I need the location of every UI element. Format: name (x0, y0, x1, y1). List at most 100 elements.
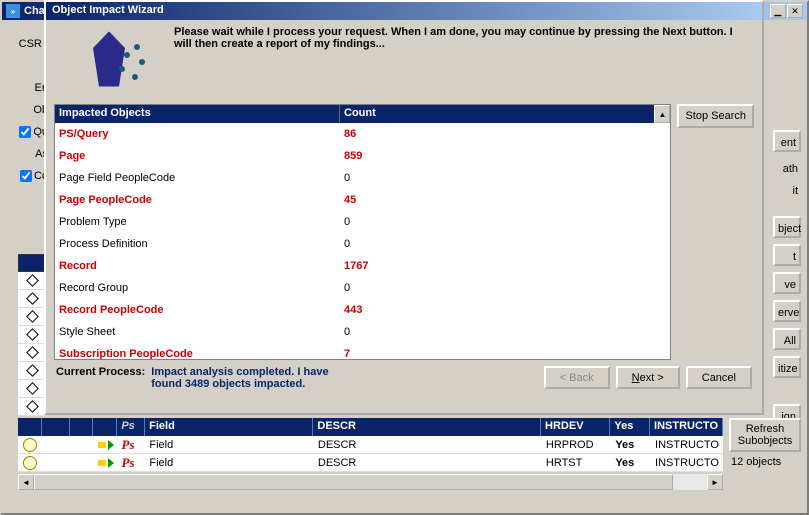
ob-label: Ob (8, 104, 48, 116)
impacted-object-count: 86 (340, 126, 670, 142)
erve-button[interactable]: erve (773, 300, 801, 322)
en-label: En (8, 82, 48, 94)
itize-button[interactable]: itize (773, 356, 801, 378)
yes-cell: Yes (611, 438, 651, 452)
grid-header-clock (18, 418, 42, 436)
table-row[interactable]: Page PeopleCode45 (55, 189, 670, 211)
all-button[interactable]: All (773, 328, 801, 350)
impacted-object-count: 7 (340, 346, 670, 359)
impacted-object-name: Problem Type (55, 214, 340, 230)
col-impacted-header: Impacted Objects (55, 105, 340, 123)
grid-row[interactable]: PsFieldDESCRHRPRODYesINSTRUCTO (18, 436, 723, 454)
type-cell: Field (145, 456, 314, 470)
impacted-object-count: 443 (340, 302, 670, 318)
next-button[interactable]: Next > (616, 366, 680, 389)
ath-label: ath (773, 158, 801, 174)
clock-row (18, 362, 46, 380)
impacted-object-name: Page Field PeopleCode (55, 170, 340, 186)
clock-row (18, 290, 46, 308)
diamond-icon (26, 400, 39, 413)
left-clock-column (18, 254, 46, 416)
grid-header-descr: DESCR (313, 418, 541, 436)
diamond-icon (26, 292, 39, 305)
ps-cell: Ps (118, 454, 146, 472)
descr-cell: DESCR (314, 456, 542, 470)
close-button[interactable]: ✕ (787, 4, 803, 18)
impacted-object-name: PS/Query (55, 126, 340, 142)
table-row[interactable]: Subscription PeopleCode7 (55, 343, 670, 359)
table-row[interactable]: Record1767 (55, 255, 670, 277)
c3-cell (70, 462, 94, 464)
scroll-thumb[interactable] (34, 474, 673, 490)
grid-header-c4 (93, 418, 117, 436)
table-row[interactable]: Page Field PeopleCode0 (55, 167, 670, 189)
table-row[interactable]: Record PeopleCode443 (55, 299, 670, 321)
ps-cell: Ps (118, 436, 146, 454)
qu-checkbox[interactable] (19, 126, 31, 138)
clock-cell (18, 455, 42, 471)
t-button[interactable]: t (773, 244, 801, 266)
impacted-object-name: Record (55, 258, 340, 274)
table-row[interactable]: Page859 (55, 145, 670, 167)
diamond-icon (26, 364, 39, 377)
grid-row[interactable]: PsFieldDESCRHRTSTYesINSTRUCTO (18, 454, 723, 472)
qu-checkbox-row: Qu (8, 126, 48, 138)
grid-header-type: Field (145, 418, 313, 436)
clock-icon (23, 438, 37, 452)
table-row[interactable]: Style Sheet0 (55, 321, 670, 343)
minimize-button[interactable]: ▁ (770, 4, 786, 18)
bject-button[interactable]: bject (773, 216, 801, 238)
ve-button[interactable]: ve (773, 272, 801, 294)
cancel-button[interactable]: Cancel (686, 366, 752, 389)
wizard-header: Please wait while I process your request… (46, 20, 762, 104)
window-buttons: ▁ ✕ (770, 4, 803, 18)
env-cell: HRPROD (542, 438, 611, 452)
scroll-up-icon[interactable]: ▲ (654, 105, 670, 123)
bg-title: Cha (24, 5, 45, 17)
impacted-object-count: 0 (340, 214, 670, 230)
grid-header-c3 (70, 418, 94, 436)
col-count-header: Count ▲ (340, 105, 670, 123)
impacted-object-name: Style Sheet (55, 324, 340, 340)
table-row[interactable]: PS/Query86 (55, 123, 670, 145)
co-checkbox[interactable] (20, 170, 32, 182)
impacted-object-name: Record Group (55, 280, 340, 296)
table-row[interactable]: Problem Type0 (55, 211, 670, 233)
grid-header-instr: INSTRUCTO (650, 418, 723, 436)
impacted-object-count: 1767 (340, 258, 670, 274)
grid-header-env: HRDEV (541, 418, 610, 436)
table-row[interactable]: Process Definition0 (55, 233, 670, 255)
grid-header-c2 (42, 418, 70, 436)
impacted-object-count: 0 (340, 236, 670, 252)
it-label: it (773, 180, 801, 196)
clock-cell (18, 437, 42, 453)
app-icon: » (6, 4, 20, 18)
diamond-icon (26, 382, 39, 395)
as-label: As (8, 148, 48, 160)
arrow-icon (98, 457, 114, 469)
scroll-left-icon[interactable]: ◄ (18, 474, 34, 490)
diamond-icon (26, 274, 39, 287)
type-cell: Field (145, 438, 314, 452)
stop-search-button[interactable]: Stop Search (677, 104, 754, 128)
csr-label: CSR I (8, 38, 48, 50)
scroll-right-icon[interactable]: ► (707, 474, 723, 490)
right-partial-panel: ent ath it bject t ve erve All itize ign (773, 122, 801, 432)
table-row[interactable]: Record Group0 (55, 277, 670, 299)
clock-row (18, 326, 46, 344)
table-body: PS/Query86Page859Page Field PeopleCode0P… (55, 123, 670, 359)
ent-button[interactable]: ent (773, 130, 801, 152)
horizontal-scrollbar[interactable]: ◄ ► (18, 474, 723, 490)
impacted-object-count: 0 (340, 170, 670, 186)
left-partial-panel: CSR I En Ob Qu As Co (8, 32, 48, 192)
arrow-cell (94, 456, 118, 470)
refresh-subobjects-button[interactable]: Refresh Subobjects (729, 418, 801, 452)
arrow-icon (98, 439, 114, 451)
bottom-grid: Ps Field DESCR HRDEV Yes INSTRUCTO PsFie… (18, 418, 723, 492)
wizard-instruction-text: Please wait while I process your request… (174, 24, 754, 94)
scroll-track[interactable] (34, 474, 707, 490)
wizard-footer: Current Process: Impact analysis complet… (46, 360, 762, 396)
impacted-object-name: Record PeopleCode (55, 302, 340, 318)
refresh-panel: Refresh Subobjects 12 objects (729, 418, 801, 472)
clock-row (18, 380, 46, 398)
